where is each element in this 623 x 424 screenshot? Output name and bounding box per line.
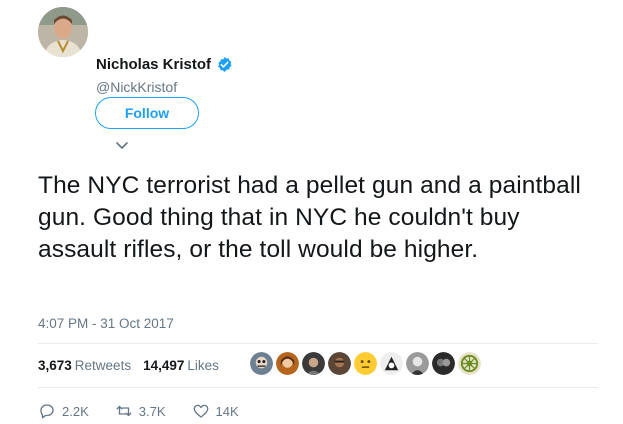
- author-name[interactable]: Nicholas Kristof: [96, 56, 211, 73]
- retweet-icon: [116, 405, 132, 417]
- divider-bottom: [38, 387, 598, 388]
- verified-badge-icon: [218, 57, 232, 72]
- retweets-count: 3,673: [38, 358, 72, 373]
- liker-avatars: [250, 352, 481, 375]
- retweet-count: 3.7K: [138, 403, 166, 419]
- likes-label: Likes: [187, 358, 219, 373]
- likes-stat[interactable]: 14,497 Likes: [143, 358, 219, 373]
- author-name-row: Nicholas Kristof: [96, 56, 233, 73]
- tweet-text: The NYC terrorist had a pellet gun and a…: [38, 172, 581, 263]
- retweets-label: Retweets: [74, 358, 132, 373]
- reply-count: 2.2K: [62, 403, 89, 419]
- heart-icon: [193, 404, 208, 418]
- liker-avatar[interactable]: [406, 352, 429, 375]
- liker-avatar[interactable]: [354, 352, 377, 375]
- tweet-timestamp[interactable]: 4:07 PM - 31 Oct 2017: [38, 316, 174, 331]
- liker-avatar[interactable]: [328, 352, 351, 375]
- liker-avatar[interactable]: [380, 352, 403, 375]
- retweet-button[interactable]: 3.7K: [115, 402, 166, 420]
- liker-avatar[interactable]: [458, 352, 481, 375]
- like-button[interactable]: 14K: [192, 402, 239, 420]
- author-handle[interactable]: @NickKristof: [96, 79, 177, 95]
- likes-count: 14,497: [143, 358, 185, 373]
- engagement-stats: 3,673 Retweets 14,497 Likes: [38, 358, 219, 373]
- reply-icon: [40, 404, 54, 419]
- liker-avatar[interactable]: [432, 352, 455, 375]
- chevron-down-icon[interactable]: [115, 141, 129, 151]
- liker-avatar[interactable]: [250, 352, 273, 375]
- profile-photo-icon: [38, 7, 88, 57]
- author-avatar[interactable]: [38, 7, 88, 57]
- divider-top: [38, 343, 598, 344]
- tweet-actions: 2.2K 3.7K 14K: [38, 402, 239, 420]
- liker-avatar[interactable]: [302, 352, 325, 375]
- reply-button[interactable]: 2.2K: [38, 402, 89, 420]
- like-count: 14K: [215, 403, 239, 419]
- follow-button[interactable]: Follow: [95, 97, 199, 129]
- liker-avatar[interactable]: [276, 352, 299, 375]
- retweets-stat[interactable]: 3,673 Retweets: [38, 358, 131, 373]
